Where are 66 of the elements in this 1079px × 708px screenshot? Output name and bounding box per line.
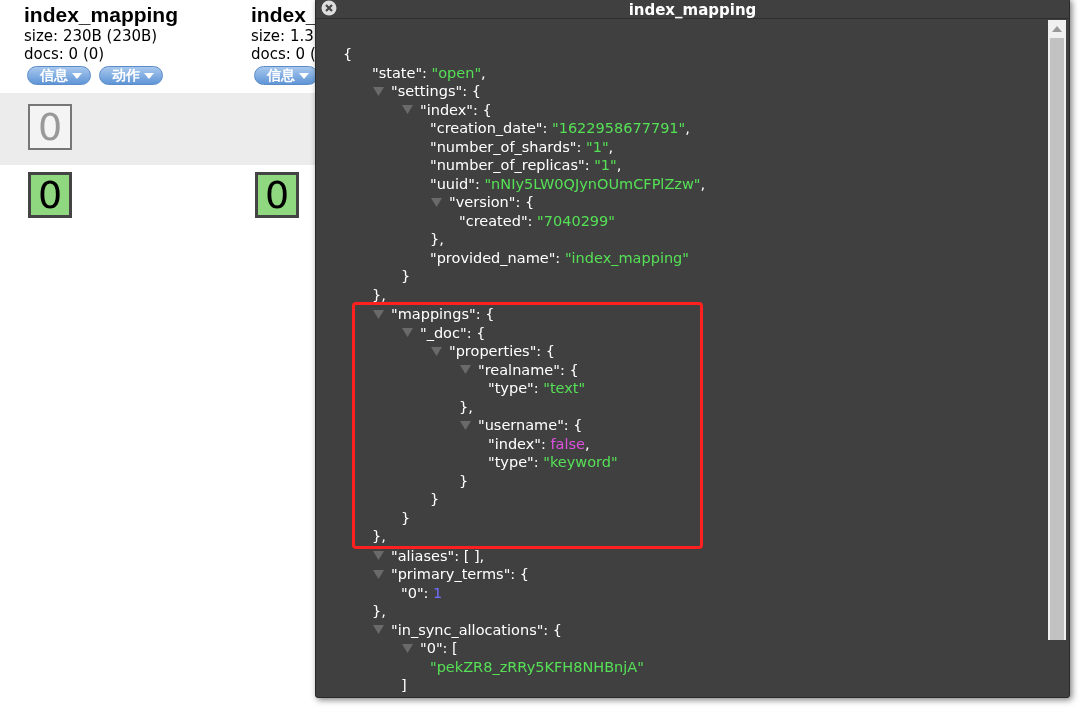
index-docs: docs: 0 ( [251, 45, 316, 63]
index-size: size: 230B (230B) [24, 27, 158, 45]
dropdown-button[interactable]: 信息 [27, 66, 91, 85]
json-line: "state": "open", [372, 63, 486, 82]
expand-triangle-icon[interactable] [373, 309, 384, 319]
json-line: "properties": { [449, 342, 556, 361]
json-line: "uuid": "nNIy5LW0QJynOUmCFPlZzw", [430, 174, 706, 193]
expand-triangle-icon[interactable] [373, 625, 384, 635]
json-line: } [401, 508, 411, 527]
json-line: } [430, 490, 440, 509]
scroll-up-icon[interactable] [1052, 26, 1062, 32]
json-line: }, [372, 527, 386, 546]
dropdown-button[interactable]: 信息 [254, 66, 318, 85]
expand-triangle-icon[interactable] [373, 86, 384, 96]
json-line: "index": false, [488, 434, 590, 453]
json-line: } [401, 267, 411, 286]
caret-icon [144, 72, 154, 79]
expand-triangle-icon[interactable] [402, 105, 413, 115]
scrollbar[interactable] [1048, 20, 1066, 640]
expand-triangle-icon[interactable] [431, 346, 442, 356]
index-docs: docs: 0 (0) [24, 45, 105, 63]
index-title: index_ [251, 3, 318, 27]
json-line: "type": "text" [488, 379, 586, 398]
shard-tile[interactable]: 0 [28, 172, 72, 218]
json-line: }, [459, 397, 473, 416]
json-line: }, [372, 602, 386, 621]
caret-icon [299, 72, 309, 79]
json-line: "created": "7040299" [459, 211, 615, 230]
json-line: "username": { [478, 416, 583, 435]
dialog-title: index_mapping [628, 0, 757, 20]
json-line: }, [430, 230, 444, 249]
json-line: } [459, 471, 469, 490]
index-size: size: 1.3 [251, 27, 314, 45]
expand-triangle-icon[interactable] [402, 328, 413, 338]
json-line: "0": 1 [401, 583, 443, 602]
json-line: "primary_terms": { [391, 565, 530, 584]
json-line: "version": { [449, 193, 535, 212]
json-line: "_doc": { [420, 323, 486, 342]
expand-triangle-icon[interactable] [431, 197, 442, 207]
json-line: "creation_date": "1622958677791", [430, 119, 690, 138]
json-line: { [343, 45, 353, 64]
json-line: "type": "keyword" [488, 453, 618, 472]
caret-icon [72, 72, 82, 79]
expand-triangle-icon[interactable] [460, 365, 471, 375]
json-line: "settings": { [391, 82, 481, 101]
json-line: "realname": { [478, 360, 579, 379]
json-line: "index": { [420, 100, 492, 119]
shard-tile[interactable]: 0 [255, 172, 299, 218]
json-line: }, [372, 285, 386, 304]
json-line: "in_sync_allocations": { [391, 620, 563, 639]
close-icon[interactable] [321, 0, 337, 16]
json-line: "provided_name": "index_mapping" [430, 248, 689, 267]
json-line: "mappings": { [391, 305, 495, 324]
expand-triangle-icon[interactable] [373, 551, 384, 561]
expand-triangle-icon[interactable] [373, 569, 384, 579]
json-line: "aliases": [ ], [391, 546, 485, 565]
json-line: "0": [ [420, 639, 458, 658]
json-line: ] [401, 676, 407, 695]
shard-tile[interactable]: 0 [28, 104, 72, 150]
dropdown-button[interactable]: 动作 [99, 66, 163, 85]
json-line: "number_of_replicas": "1", [430, 156, 622, 175]
json-line: "pekZR8_zRRy5KFH8NHBnjA" [430, 657, 644, 676]
json-line: "number_of_shards": "1", [430, 137, 614, 156]
expand-triangle-icon[interactable] [402, 643, 413, 653]
expand-triangle-icon[interactable] [460, 420, 471, 430]
index-title: index_mapping [24, 3, 179, 27]
